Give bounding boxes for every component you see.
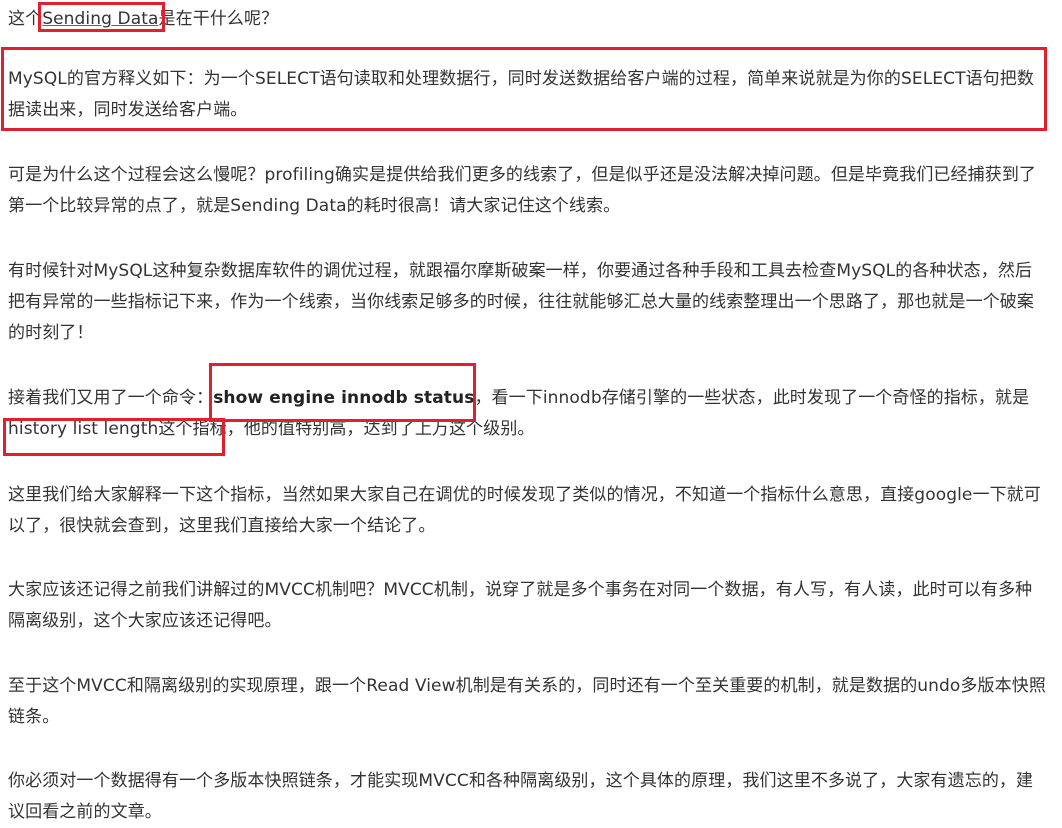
paragraph-6: 这里我们给大家解释一下这个指标，当然如果大家自己在调优的时候发现了类似的情况，不… — [8, 485, 1041, 536]
p5-prefix: 接着我们又用了一个命令： — [8, 388, 214, 408]
paragraph-1: 这个Sending Data是在干什么呢？ — [8, 4, 1048, 35]
paragraph-9: 你必须对一个数据得有一个多版本快照链条，才能实现MVCC和各种隔离级别，这个具体… — [8, 771, 1034, 822]
paragraph-4: 有时候针对MySQL这种复杂数据库软件的调优过程，就跟福尔摩斯破案一样，你要通过… — [8, 261, 1034, 343]
paragraph-3: 可是为什么这个过程会这么慢呢？profiling确实是提供给我们更多的线索了，但… — [8, 165, 1037, 216]
paragraph-5: 接着我们又用了一个命令：show engine innodb status，看一… — [8, 383, 1048, 445]
paragraph-2: MySQL的官方释义如下：为一个SELECT语句读取和处理数据行，同时发送数据给… — [8, 69, 1034, 120]
innodb-status-command: show engine innodb status — [213, 388, 475, 408]
p1-prefix: 这个 — [8, 9, 43, 29]
p5-suffix: ，他的值特别高，达到了上万这个级别。 — [226, 419, 535, 439]
history-list-length-metric: history list length这个指标 — [8, 419, 227, 439]
paragraph-7: 大家应该还记得之前我们讲解过的MVCC机制吧？MVCC机制，说穿了就是多个事务在… — [8, 580, 1033, 631]
sending-data-term: Sending Data — [42, 9, 159, 29]
p1-suffix: 是在干什么呢？ — [158, 9, 279, 29]
p5-middle: ，看一下innodb存储引擎的一些状态，此时发现了一个奇怪的指标，就是 — [474, 388, 1030, 408]
paragraph-8: 至于这个MVCC和隔离级别的实现原理，跟一个Read View机制是有关系的，同… — [8, 676, 1046, 727]
